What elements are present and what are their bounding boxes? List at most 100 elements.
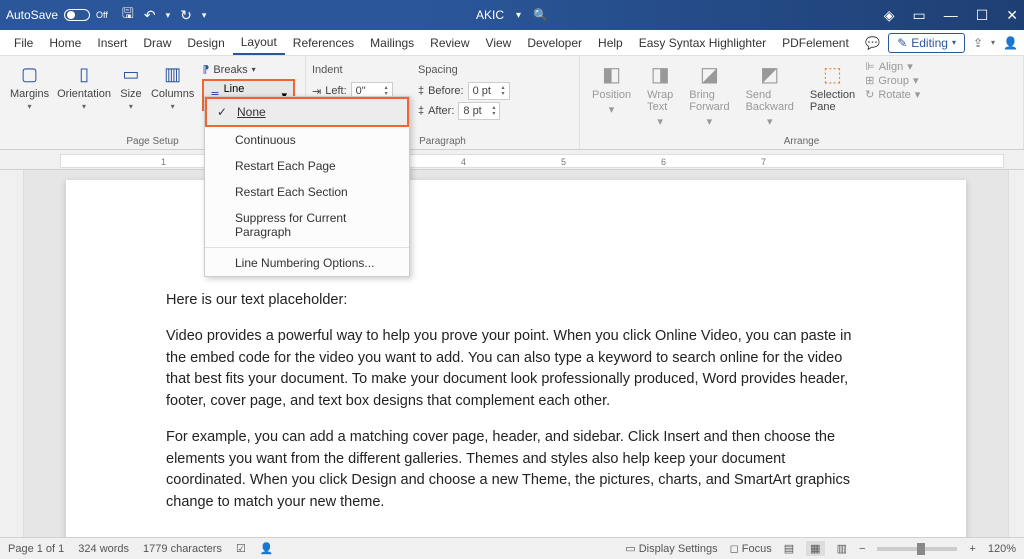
spinner-icon[interactable]: ▴▾ <box>492 105 495 117</box>
tab-help[interactable]: Help <box>590 32 631 54</box>
web-layout-icon[interactable]: ▥ <box>837 542 847 555</box>
comments-icon[interactable]: 💬 <box>865 36 880 50</box>
status-words[interactable]: 324 words <box>78 543 129 555</box>
margins-icon: ▢ <box>18 62 42 86</box>
line-numbers-options[interactable]: Line Numbering Options... <box>205 250 409 276</box>
editing-mode-button[interactable]: ✎ Editing ▾ <box>888 33 965 53</box>
line-numbers-continuous[interactable]: Continuous <box>205 127 409 153</box>
zoom-in-button[interactable]: + <box>969 543 975 555</box>
tab-draw[interactable]: Draw <box>135 32 179 54</box>
vertical-ruler[interactable] <box>0 170 24 537</box>
status-chars[interactable]: 1779 characters <box>143 543 222 555</box>
line-numbers-suppress[interactable]: Suppress for Current Paragraph <box>205 205 409 245</box>
spacing-before-icon: ‡ <box>418 85 424 97</box>
document-page[interactable]: Here is our text placeholder: Video prov… <box>66 180 966 537</box>
tab-home[interactable]: Home <box>41 32 89 54</box>
spinner-icon[interactable]: ▴▾ <box>502 85 505 97</box>
share-chevron-icon[interactable]: ▾ <box>991 38 995 47</box>
qat-chevron-icon[interactable]: ▾ <box>202 10 207 21</box>
tab-insert[interactable]: Insert <box>89 32 135 54</box>
line-numbers-none[interactable]: None <box>205 97 409 127</box>
search-icon[interactable]: 🔍 <box>533 8 548 22</box>
position-button: ◧Position▾ <box>586 60 637 130</box>
paragraph[interactable]: Here is our text placeholder: <box>166 290 866 312</box>
group-label: Group <box>878 75 909 87</box>
spellcheck-icon[interactable]: ☑ <box>236 542 246 555</box>
zoom-level[interactable]: 120% <box>988 543 1016 555</box>
spacing-before-input[interactable]: 0 pt▴▾ <box>468 82 510 100</box>
tab-file[interactable]: File <box>6 32 41 54</box>
ruler-tick: 7 <box>761 157 766 167</box>
redo-icon[interactable]: ↻ <box>180 7 192 24</box>
status-bar: Page 1 of 1 324 words 1779 characters ☑ … <box>0 537 1024 559</box>
tab-view[interactable]: View <box>478 32 520 54</box>
line-numbers-restart-section[interactable]: Restart Each Section <box>205 179 409 205</box>
paragraph[interactable]: Video provides a powerful way to help yo… <box>166 326 866 413</box>
orientation-label: Orientation <box>57 88 111 100</box>
wrap-text-label: Wrap Text <box>647 89 673 113</box>
zoom-out-button[interactable]: − <box>859 543 865 555</box>
paragraph[interactable]: For example, you can add a matching cove… <box>166 427 866 514</box>
tab-developer[interactable]: Developer <box>519 32 590 54</box>
minimize-button[interactable]: — <box>944 7 958 23</box>
zoom-slider[interactable] <box>877 547 957 551</box>
rotate-button: ↻Rotate▾ <box>865 88 920 101</box>
undo-icon[interactable]: ↶ <box>144 7 156 24</box>
doc-chevron-icon[interactable]: ▾ <box>516 10 521 21</box>
columns-icon: ▥ <box>161 62 185 86</box>
chevron-down-icon: ▾ <box>28 102 32 111</box>
chevron-down-icon: ▾ <box>252 65 256 74</box>
menu-bar: File Home Insert Draw Design Layout Refe… <box>0 30 1024 56</box>
document-area: Here is our text placeholder: Video prov… <box>0 170 1024 537</box>
tab-design[interactable]: Design <box>179 32 232 54</box>
tab-references[interactable]: References <box>285 32 362 54</box>
share-icon[interactable]: ⇪ <box>973 36 983 50</box>
chevron-down-icon: ▾ <box>82 102 86 111</box>
vertical-scrollbar[interactable] <box>1008 170 1024 537</box>
horizontal-ruler[interactable]: 1 2 3 4 5 6 7 <box>0 150 1024 170</box>
breaks-label: Breaks <box>213 64 247 76</box>
spacing-after-input[interactable]: 8 pt▴▾ <box>458 102 500 120</box>
tab-layout[interactable]: Layout <box>233 31 285 55</box>
ruler-tick: 6 <box>661 157 666 167</box>
bring-forward-label: Bring Forward <box>689 89 729 113</box>
indent-heading: Indent <box>312 64 400 76</box>
ribbon: ▢ Margins ▾ ▯ Orientation ▾ ▭ Size ▾ ▥ C… <box>0 56 1024 150</box>
align-button: ⊫Align▾ <box>865 60 920 73</box>
toggle-switch-icon[interactable] <box>64 9 90 21</box>
selection-pane-button[interactable]: ⬚Selection Pane <box>804 60 861 130</box>
document-title[interactable]: AKIC <box>476 8 504 22</box>
line-numbers-restart-page[interactable]: Restart Each Page <box>205 153 409 179</box>
group-label-arrange: Arrange <box>586 134 1017 147</box>
print-layout-icon[interactable]: ▦ <box>806 541 824 556</box>
tab-esh[interactable]: Easy Syntax Highlighter <box>631 32 774 54</box>
align-label: Align <box>879 61 903 73</box>
tab-pdfelement[interactable]: PDFelement <box>774 32 857 54</box>
status-page[interactable]: Page 1 of 1 <box>8 543 64 555</box>
tab-mailings[interactable]: Mailings <box>362 32 422 54</box>
close-button[interactable]: ✕ <box>1006 7 1018 24</box>
orientation-button[interactable]: ▯ Orientation ▾ <box>53 60 115 113</box>
accessibility-icon[interactable]: 👤 <box>260 542 274 555</box>
wrap-text-button: ◨Wrap Text▾ <box>641 60 679 130</box>
position-icon: ◧ <box>602 62 621 87</box>
bring-forward-button: ◪Bring Forward▾ <box>683 60 735 130</box>
save-icon[interactable]: 🖫 <box>122 3 134 27</box>
margins-label: Margins <box>10 88 49 100</box>
undo-chevron-icon[interactable]: ▾ <box>166 10 171 21</box>
size-label: Size <box>120 88 141 100</box>
ruler-tick: 4 <box>461 157 466 167</box>
tab-review[interactable]: Review <box>422 32 477 54</box>
autosave-toggle[interactable]: AutoSave Off <box>6 8 108 22</box>
margins-button[interactable]: ▢ Margins ▾ <box>6 60 53 113</box>
breaks-button[interactable]: ⁋ Breaks ▾ <box>202 62 295 77</box>
user-icon[interactable]: 👤 <box>1003 36 1018 50</box>
display-settings-button[interactable]: ▭ Display Settings <box>625 542 717 555</box>
ribbon-mode-icon[interactable]: ▭ <box>912 7 925 24</box>
maximize-button[interactable]: ☐ <box>976 7 989 24</box>
diamond-icon[interactable]: ◈ <box>884 7 895 24</box>
columns-button[interactable]: ▥ Columns ▾ <box>147 60 198 113</box>
focus-button[interactable]: ◻ Focus <box>730 542 772 555</box>
size-button[interactable]: ▭ Size ▾ <box>115 60 147 113</box>
read-mode-icon[interactable]: ▤ <box>784 542 794 555</box>
